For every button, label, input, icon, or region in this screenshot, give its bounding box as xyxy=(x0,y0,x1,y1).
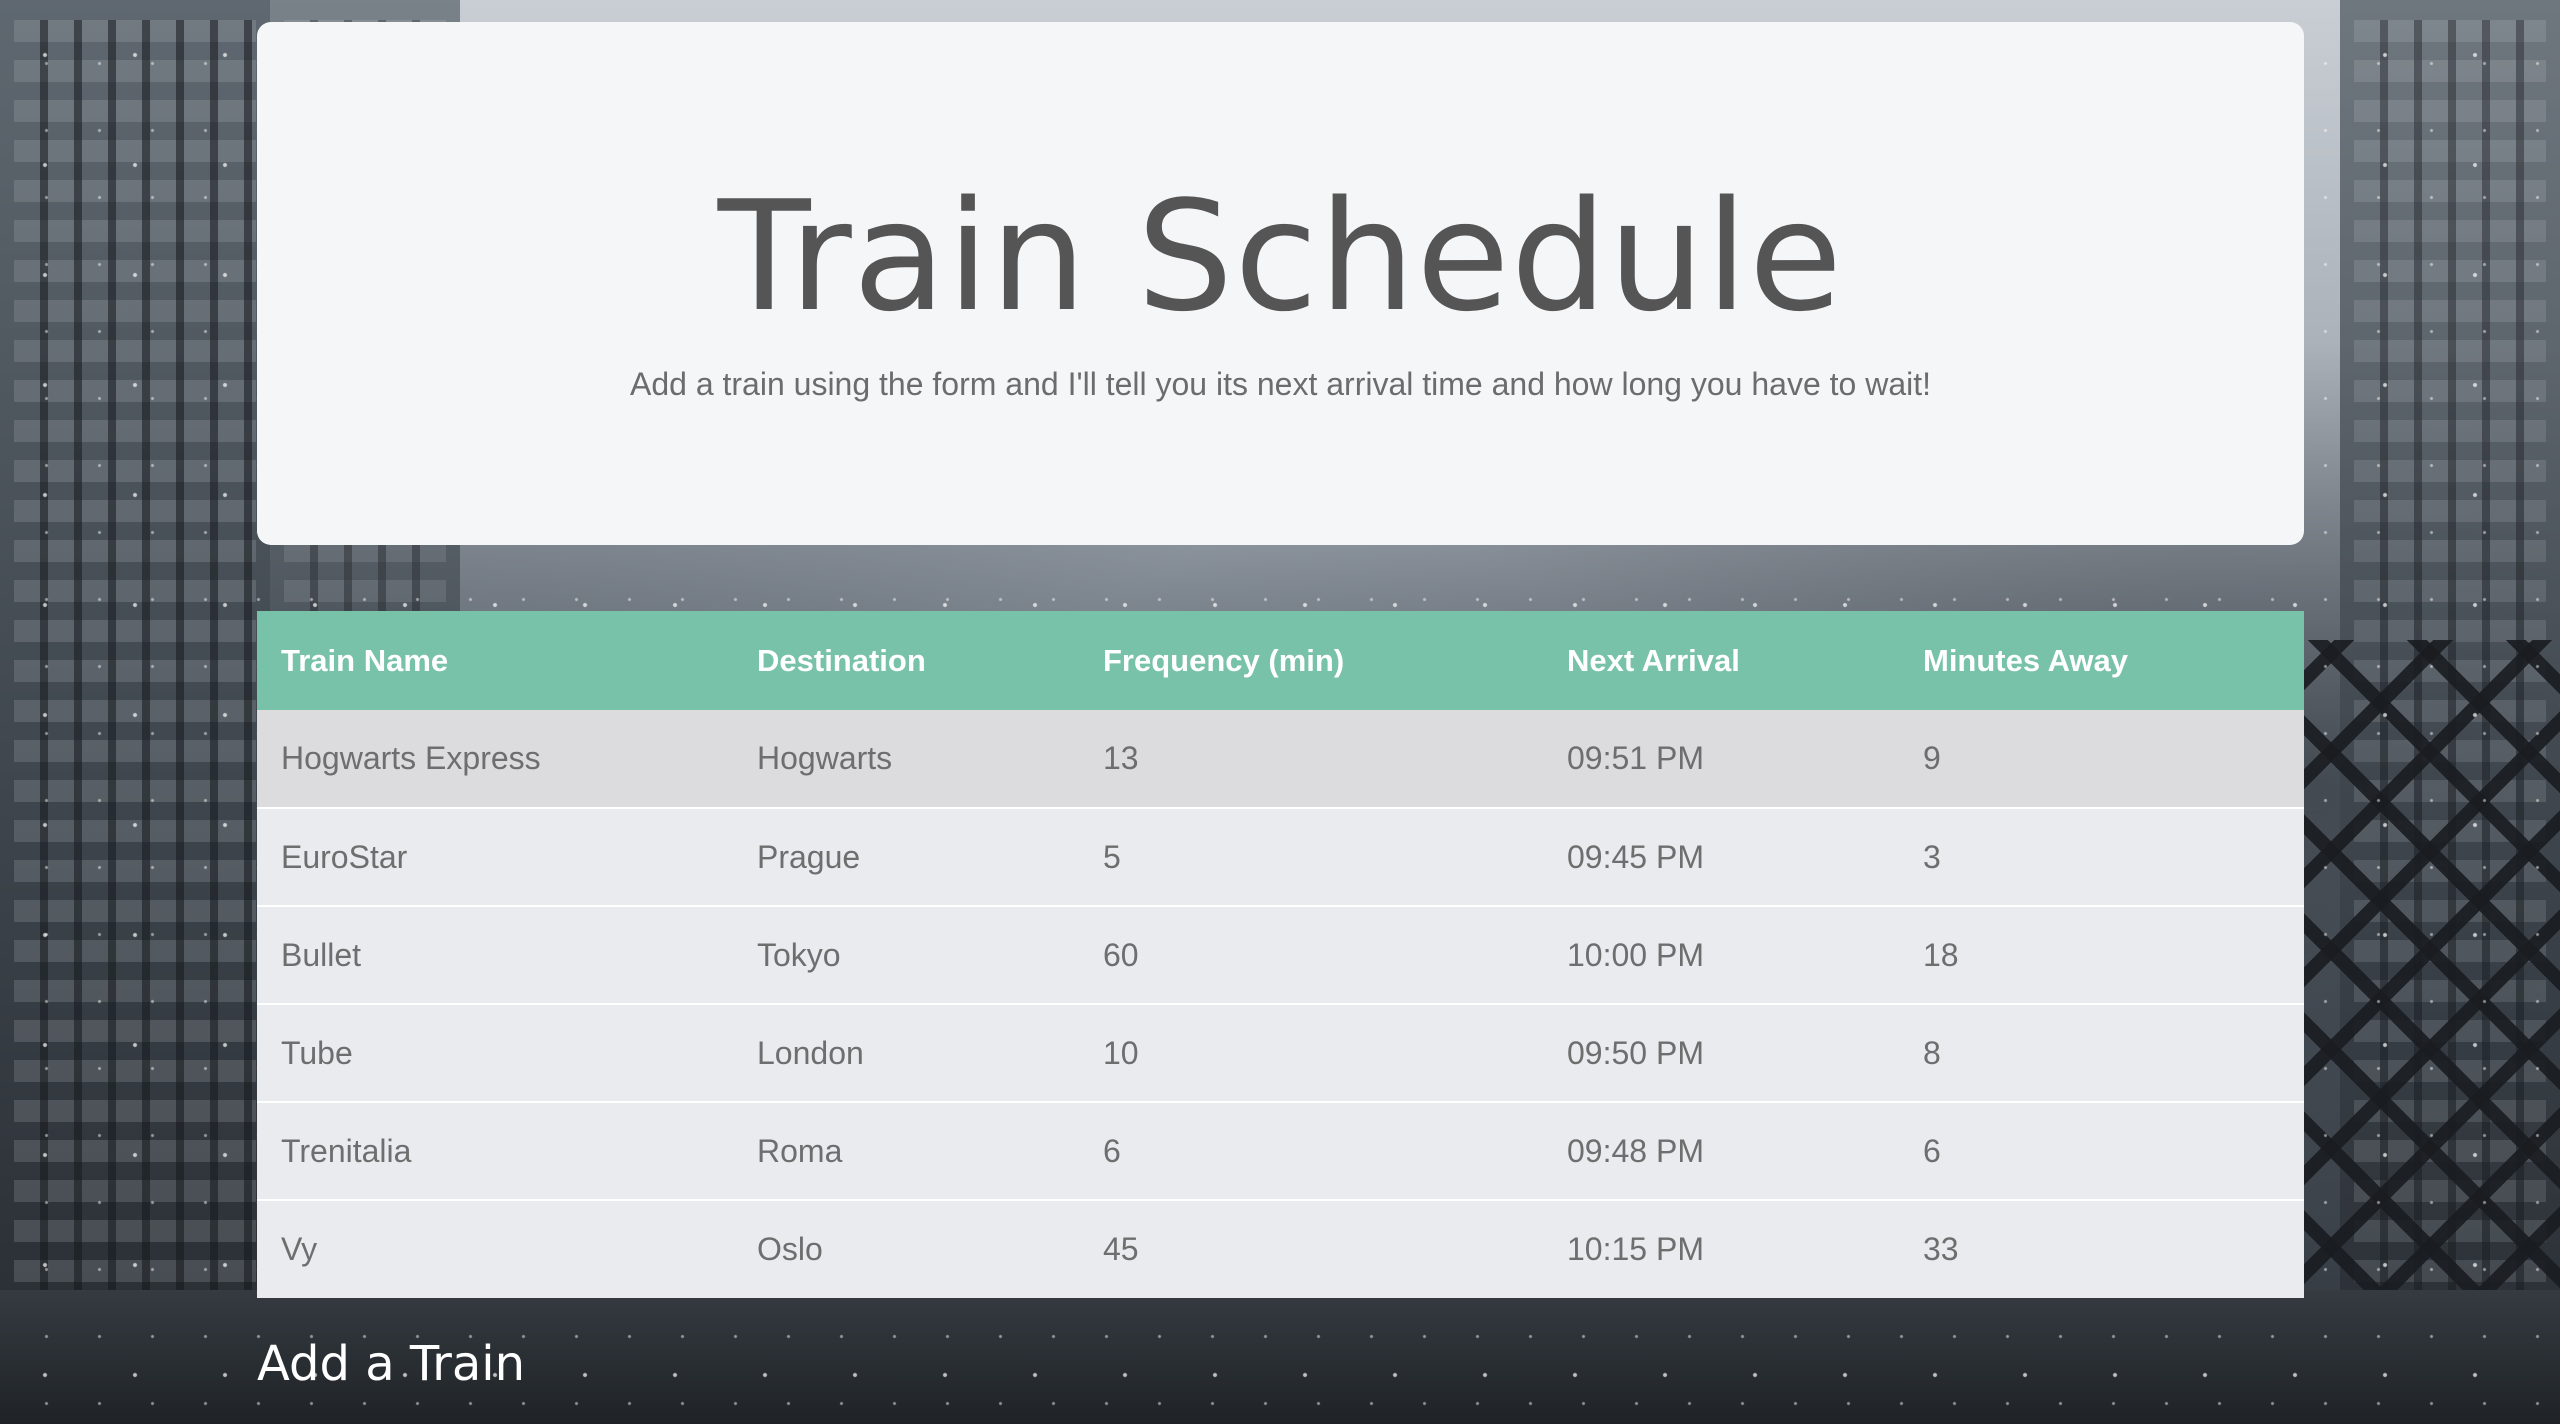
page-title: Train Schedule xyxy=(717,168,1844,345)
table-row[interactable]: Trenitalia Roma 6 09:48 PM 6 xyxy=(257,1101,2304,1200)
table-header-row: Train Name Destination Frequency (min) N… xyxy=(257,611,2304,710)
table-row[interactable]: Vy Oslo 45 10:15 PM 33 xyxy=(257,1199,2304,1298)
cell-frequency: 45 xyxy=(1079,1199,1543,1298)
cell-destination: Prague xyxy=(733,807,1079,906)
add-train-heading: Add a Train xyxy=(257,1336,526,1392)
table-row[interactable]: EuroStar Prague 5 09:45 PM 3 xyxy=(257,807,2304,906)
cell-train-name: Bullet xyxy=(257,905,733,1004)
column-header-minutes-away: Minutes Away xyxy=(1899,611,2304,710)
cell-frequency: 13 xyxy=(1079,710,1543,808)
cell-minutes-away: 33 xyxy=(1899,1199,2304,1298)
cell-frequency: 60 xyxy=(1079,905,1543,1004)
column-header-frequency: Frequency (min) xyxy=(1079,611,1543,710)
cell-next-arrival: 09:45 PM xyxy=(1543,807,1899,906)
cell-train-name: Trenitalia xyxy=(257,1101,733,1200)
cell-next-arrival: 10:00 PM xyxy=(1543,905,1899,1004)
cell-next-arrival: 09:50 PM xyxy=(1543,1003,1899,1102)
cell-minutes-away: 8 xyxy=(1899,1003,2304,1102)
cell-minutes-away: 9 xyxy=(1899,710,2304,808)
cell-next-arrival: 09:51 PM xyxy=(1543,710,1899,808)
column-header-destination: Destination xyxy=(733,611,1079,710)
table-row[interactable]: Bullet Tokyo 60 10:00 PM 18 xyxy=(257,905,2304,1004)
page-subtitle: Add a train using the form and I'll tell… xyxy=(629,366,1931,402)
column-header-train-name: Train Name xyxy=(257,611,733,710)
cell-train-name: Tube xyxy=(257,1003,733,1102)
cell-train-name: EuroStar xyxy=(257,807,733,906)
column-header-next-arrival: Next Arrival xyxy=(1543,611,1899,710)
table-row[interactable]: Hogwarts Express Hogwarts 13 09:51 PM 9 xyxy=(257,710,2304,808)
cell-frequency: 5 xyxy=(1079,807,1543,906)
header-jumbotron: Train Schedule Add a train using the for… xyxy=(257,22,2304,545)
cell-train-name: Hogwarts Express xyxy=(257,710,733,808)
table-row[interactable]: Tube London 10 09:50 PM 8 xyxy=(257,1003,2304,1102)
cell-minutes-away: 18 xyxy=(1899,905,2304,1004)
cell-destination: Roma xyxy=(733,1101,1079,1200)
cell-next-arrival: 09:48 PM xyxy=(1543,1101,1899,1200)
cell-destination: London xyxy=(733,1003,1079,1102)
cell-next-arrival: 10:15 PM xyxy=(1543,1199,1899,1298)
cell-destination: Hogwarts xyxy=(733,710,1079,808)
train-schedule-table: Train Name Destination Frequency (min) N… xyxy=(257,611,2304,1298)
cell-minutes-away: 3 xyxy=(1899,807,2304,906)
cell-frequency: 6 xyxy=(1079,1101,1543,1200)
cell-destination: Oslo xyxy=(733,1199,1079,1298)
cell-train-name: Vy xyxy=(257,1199,733,1298)
cell-frequency: 10 xyxy=(1079,1003,1543,1102)
cell-destination: Tokyo xyxy=(733,905,1079,1004)
cell-minutes-away: 6 xyxy=(1899,1101,2304,1200)
